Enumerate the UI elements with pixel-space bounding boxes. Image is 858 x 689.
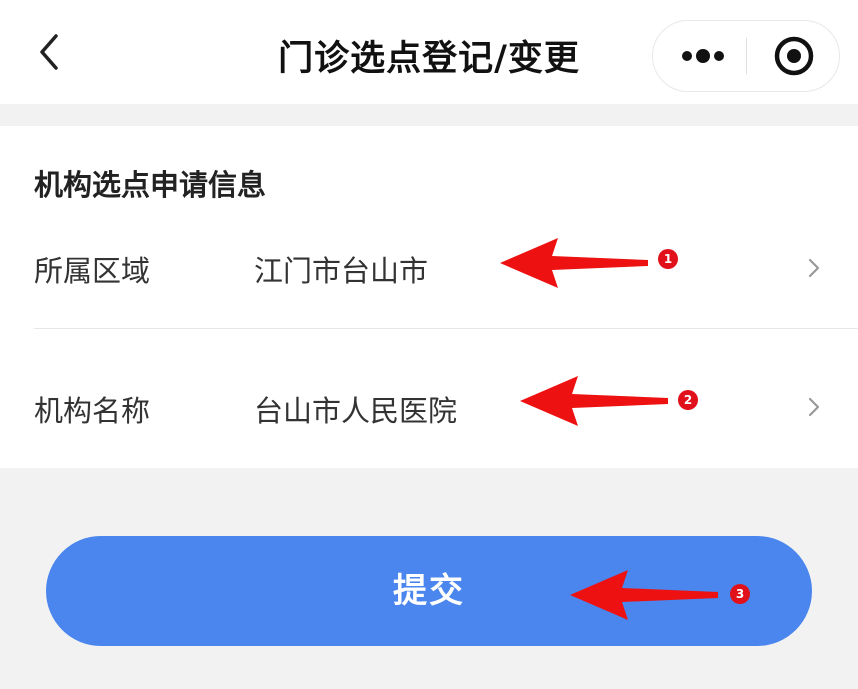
close-mini-program-button[interactable]	[747, 21, 841, 91]
more-dots-icon	[682, 49, 724, 63]
region-row[interactable]: 所属区域 江门市台山市	[0, 208, 858, 328]
section-title: 机构选点申请信息	[34, 168, 267, 202]
target-icon	[774, 36, 814, 76]
institution-value: 台山市人民医院	[254, 394, 458, 428]
annotation-badge-2: 2	[678, 390, 698, 410]
more-button[interactable]	[653, 21, 747, 91]
navigation-bar: 门诊选点登记/变更	[0, 0, 858, 104]
row-divider	[34, 328, 858, 329]
annotation-badge-3: 3	[730, 584, 750, 604]
institution-label: 机构名称	[34, 394, 151, 428]
region-value: 江门市台山市	[254, 254, 429, 288]
mini-program-capsule	[652, 20, 840, 92]
chevron-right-icon	[808, 258, 820, 278]
region-label: 所属区域	[34, 254, 151, 288]
chevron-right-icon	[808, 397, 820, 417]
institution-row[interactable]: 机构名称 台山市人民医院	[0, 346, 858, 466]
annotation-badge-1: 1	[658, 249, 678, 269]
submit-button[interactable]: 提交	[46, 536, 812, 646]
